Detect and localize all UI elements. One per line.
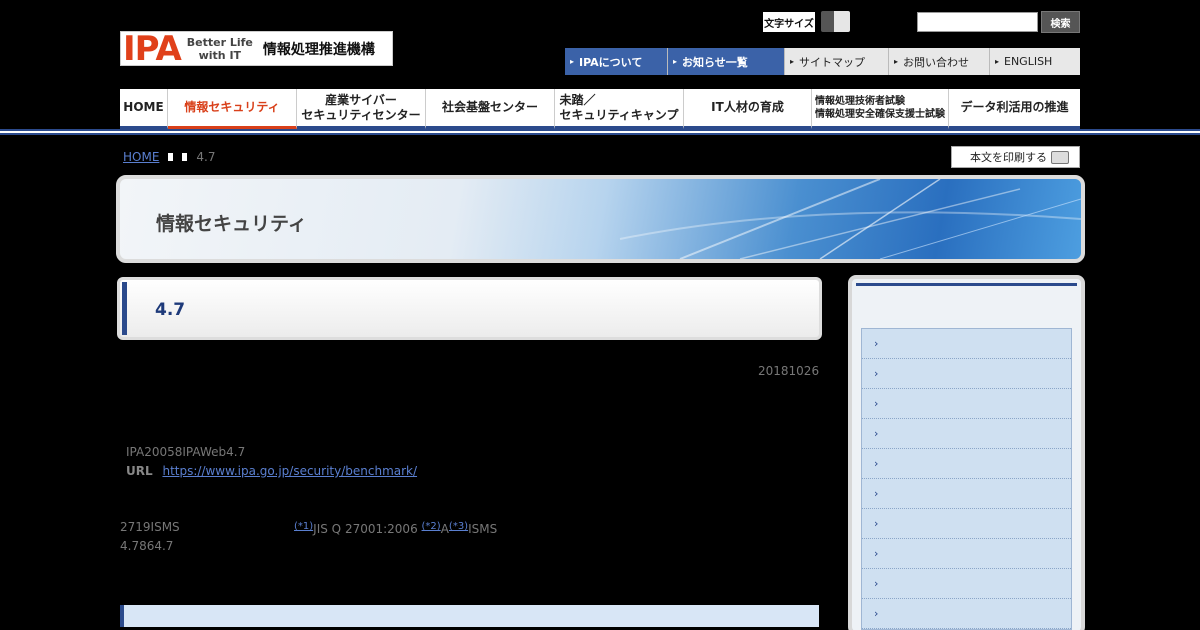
footnote-link-3[interactable]: (*3)	[449, 521, 468, 532]
page: IPA Better Life with IT 情報処理推進機構 文字サイズ 検…	[0, 0, 1200, 630]
breadcrumb: HOME 4.7	[123, 150, 216, 164]
sidebar-menu: › › › › › › › › › ›	[861, 328, 1072, 630]
sidebar-item[interactable]: ›	[862, 479, 1071, 509]
gnav-industrial-cyber-line2: セキュリティセンター	[301, 107, 421, 122]
sidebar-item[interactable]: ›	[862, 419, 1071, 449]
sidebar: › › › › › › › › › ›	[848, 275, 1085, 630]
section-heading-bar	[120, 605, 819, 627]
gnav-industrial-cyber-line1: 産業サイバー	[325, 92, 397, 107]
gnav-security[interactable]: 情報セキュリティ	[168, 89, 297, 129]
sidebar-item[interactable]: ›	[862, 359, 1071, 389]
gnav-home[interactable]: HOME	[120, 89, 168, 129]
logo-tagline-1: Better Life	[186, 35, 253, 49]
gnav-exams[interactable]: 情報処理技術者試験 情報処理安全確保支援士試験	[812, 89, 949, 129]
search-button[interactable]: 検索	[1041, 11, 1080, 33]
gnav-social-infra[interactable]: 社会基盤センター	[426, 89, 555, 129]
topnav-sitemap[interactable]: サイトマップ	[785, 48, 889, 75]
topnav-news[interactable]: お知らせ一覧	[668, 48, 785, 75]
sidebar-item[interactable]: ›	[862, 449, 1071, 479]
topnav-contact[interactable]: お問い合わせ	[889, 48, 990, 75]
print-button-label: 本文を印刷する	[970, 151, 1047, 164]
sidebar-item[interactable]: ›	[862, 569, 1071, 599]
print-button[interactable]: 本文を印刷する	[951, 146, 1080, 168]
sidebar-item[interactable]: ›	[862, 389, 1071, 419]
gnav-exams-label: 情報処理技術者試験 情報処理安全確保支援士試験	[815, 95, 945, 121]
gnav-exams-line1: 情報処理技術者試験	[815, 95, 905, 107]
gnav-industrial-cyber[interactable]: 産業サイバー セキュリティセンター	[297, 89, 426, 129]
gnav-security-label: 情報セキュリティ	[184, 100, 280, 114]
para-run: (*1)JIS Q 27001:2006 (*2)A(*3)ISMS	[294, 517, 497, 539]
gnav-home-label: HOME	[123, 100, 164, 114]
para-text-1: 2719ISMS	[120, 520, 180, 534]
gnav-mitou-camp-line2: セキュリティキャンプ	[559, 107, 679, 122]
gnav-data-use-label: データ利活用の推進	[960, 100, 1069, 114]
fontsize-toggle-button[interactable]	[821, 11, 850, 32]
banner-title: 情報セキュリティ	[156, 213, 307, 235]
footnote-link-2[interactable]: (*2)	[422, 521, 441, 532]
logo-mark: IPA	[123, 28, 182, 69]
para-text-2: JIS Q 27001:2006	[313, 522, 418, 536]
sidebar-item[interactable]: ›	[862, 509, 1071, 539]
benchmark-url-link[interactable]: https://www.ipa.go.jp/security/benchmark…	[162, 464, 417, 478]
sidebar-item[interactable]: ›	[862, 329, 1071, 359]
gnav-mitou-camp-label: 未踏／ セキュリティキャンプ	[560, 93, 679, 123]
topnav-about[interactable]: IPAについて	[565, 48, 668, 75]
para-line-2: 4.7864.7	[120, 539, 174, 553]
logo-org-name: 情報処理推進機構	[262, 41, 375, 58]
top-nav: IPAについて お知らせ一覧 サイトマップ お問い合わせ ENGLISH	[565, 48, 1080, 75]
search-input[interactable]	[917, 12, 1038, 32]
logo-tagline-2: with IT	[198, 48, 242, 62]
page-title-box: 4.7	[117, 277, 822, 340]
breadcrumb-separator-icon	[182, 153, 188, 161]
gnav-divider	[0, 129, 1200, 135]
topnav-english[interactable]: ENGLISH	[990, 48, 1080, 75]
gnav-exams-line2: 情報処理安全確保支援士試験	[815, 108, 945, 120]
ipa-logo[interactable]: IPA Better Life with IT 情報処理推進機構	[120, 31, 393, 66]
gnav-social-infra-label: 社会基盤センター	[441, 100, 538, 114]
gnav-data-use[interactable]: データ利活用の推進	[949, 89, 1080, 129]
publish-date: 20181026	[758, 364, 820, 378]
gnav-industrial-cyber-label: 産業サイバー セキュリティセンター	[301, 93, 420, 123]
para-text-3: A	[440, 522, 449, 536]
breadcrumb-current: 4.7	[196, 150, 216, 164]
logo-tagline: Better Life with IT	[187, 36, 253, 62]
sidebar-item[interactable]: ›	[862, 599, 1071, 629]
gnav-mitou-camp-line1: 未踏／	[559, 92, 596, 107]
category-banner: 情報セキュリティ	[116, 175, 1085, 263]
global-nav: HOME 情報セキュリティ 産業サイバー セキュリティセンター 社会基盤センター …	[120, 89, 1080, 129]
fontsize-label: 文字サイズ	[763, 12, 815, 32]
sidebar-item[interactable]: ›	[862, 539, 1071, 569]
breadcrumb-home[interactable]: HOME	[123, 150, 159, 164]
sidebar-top-rule	[856, 283, 1077, 286]
printer-icon	[1051, 151, 1069, 164]
gnav-mitou-camp[interactable]: 未踏／ セキュリティキャンプ	[555, 89, 684, 129]
url-label: URL	[126, 464, 153, 478]
gnav-it-talent-label: IT人材の育成	[711, 100, 784, 114]
breadcrumb-separator-icon	[168, 153, 174, 161]
gnav-it-talent[interactable]: IT人材の育成	[684, 89, 812, 129]
url-line: URL https://www.ipa.go.jp/security/bench…	[126, 464, 417, 478]
lead-text: IPA20058IPAWeb4.7	[126, 445, 246, 459]
footnote-link-1[interactable]: (*1)	[294, 521, 313, 532]
page-title: 4.7	[155, 300, 186, 320]
para-text-4: ISMS	[468, 522, 498, 536]
